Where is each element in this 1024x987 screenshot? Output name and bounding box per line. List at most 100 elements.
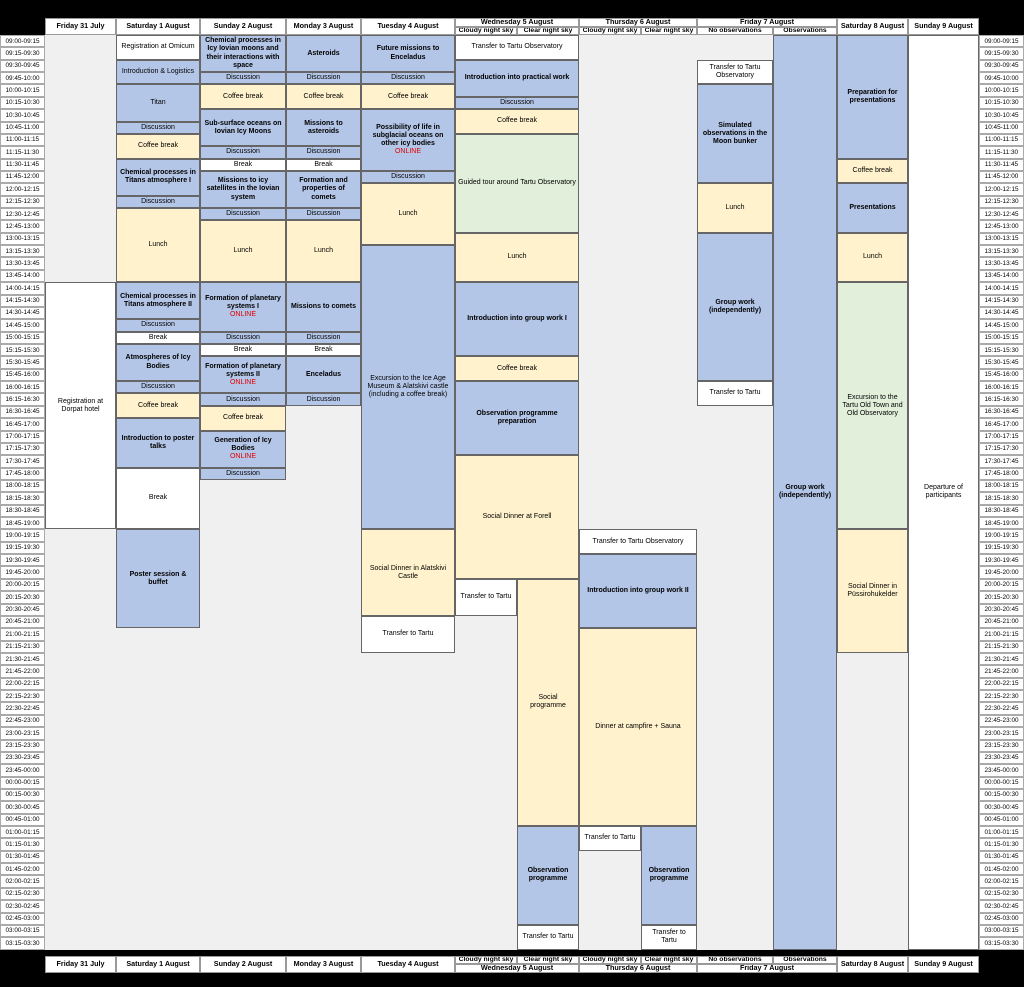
schedule-event: Discussion bbox=[116, 195, 200, 209]
time-label-left: 01:15-01:30 bbox=[0, 838, 45, 851]
event-title: Discussion bbox=[226, 469, 260, 477]
schedule-event: Possibility of life in subglacial oceans… bbox=[361, 109, 455, 171]
event-title: Enceladus bbox=[305, 370, 341, 378]
event-title: Discussion bbox=[141, 383, 175, 391]
event-title: Transfer to Tartu Observatory bbox=[709, 64, 761, 80]
time-label-right: 16:45-17:00 bbox=[979, 418, 1024, 431]
schedule-event: Coffee break bbox=[200, 405, 286, 431]
schedule-event: Discussion bbox=[361, 170, 455, 184]
header-sub-fri-obs: Observations bbox=[773, 27, 837, 35]
event-title: Introduction into practical work bbox=[464, 74, 570, 82]
event-title: Possibility of life in subglacial oceans… bbox=[372, 123, 444, 148]
time-label-right: 12:30-12:45 bbox=[979, 208, 1024, 221]
time-label-right: 00:30-00:45 bbox=[979, 801, 1024, 814]
time-label-left: 21:45-22:00 bbox=[0, 665, 45, 678]
header-sub-wed-cloudy: Cloudy night sky bbox=[455, 27, 517, 35]
time-label-right: 18:30-18:45 bbox=[979, 504, 1024, 518]
time-label-left: 23:45-00:00 bbox=[0, 764, 45, 777]
time-label-left: 18:45-19:00 bbox=[0, 517, 45, 530]
header-day-wed5: Wednesday 5 August bbox=[455, 18, 579, 27]
schedule-event: Transfer to Tartu bbox=[641, 924, 697, 950]
time-label-right: 19:15-19:30 bbox=[979, 541, 1024, 555]
event-title: Discussion bbox=[306, 74, 341, 82]
time-label-right: 02:30-02:45 bbox=[979, 900, 1024, 913]
event-title: Discussion bbox=[226, 148, 260, 156]
time-label-left: 01:00-01:15 bbox=[0, 826, 45, 839]
schedule-event: Coffee break bbox=[286, 84, 361, 110]
schedule-event: Enceladus bbox=[286, 356, 361, 394]
time-label-right: 23:45-00:00 bbox=[979, 764, 1024, 777]
schedule-event: Departure of participants bbox=[908, 35, 979, 950]
online-tag: ONLINE bbox=[229, 453, 257, 461]
footer-day-tue4: Tuesday 4 August bbox=[361, 956, 455, 973]
event-title: Lunch bbox=[398, 210, 418, 218]
time-label-left: 15:00-15:15 bbox=[0, 331, 45, 344]
event-title: Transfer to Tartu bbox=[460, 593, 512, 601]
schedule-event: Break bbox=[200, 158, 286, 171]
schedule-event: Introduction to poster talks bbox=[116, 418, 200, 468]
event-title: Guided tour around Tartu Observatory bbox=[458, 179, 576, 187]
time-label-left: 13:45-14:00 bbox=[0, 269, 45, 283]
schedule-event: Break bbox=[286, 158, 361, 171]
schedule-grid: Friday 31 July Saturday 1 August Sunday … bbox=[0, 0, 1024, 987]
empty-slot bbox=[837, 653, 908, 950]
schedule-event: Lunch bbox=[286, 220, 361, 283]
event-title: Transfer to Tartu bbox=[584, 834, 636, 842]
schedule-event: Observation programme bbox=[641, 826, 697, 925]
time-label-left: 22:00-22:15 bbox=[0, 677, 45, 691]
time-label-right: 13:45-14:00 bbox=[979, 269, 1024, 283]
time-label-left: 18:30-18:45 bbox=[0, 504, 45, 518]
time-label-right: 11:45-12:00 bbox=[979, 170, 1024, 184]
time-label-right: 20:45-21:00 bbox=[979, 615, 1024, 629]
time-label-right: 09:45-10:00 bbox=[979, 72, 1024, 85]
time-label-left: 14:15-14:30 bbox=[0, 294, 45, 307]
time-label-left: 22:30-22:45 bbox=[0, 702, 45, 715]
event-title: Lunch bbox=[233, 247, 253, 255]
schedule-event: Future missions to Enceladus bbox=[361, 35, 455, 73]
time-label-right: 18:15-18:30 bbox=[979, 492, 1024, 505]
online-tag: ONLINE bbox=[229, 378, 257, 386]
time-label-right: 01:45-02:00 bbox=[979, 863, 1024, 876]
time-label-right: 22:00-22:15 bbox=[979, 677, 1024, 691]
time-label-right: 00:00-00:15 bbox=[979, 776, 1024, 789]
time-label-right: 22:15-22:30 bbox=[979, 690, 1024, 703]
header-sub-fri-noobs: No observations bbox=[697, 27, 773, 35]
event-title: Lunch bbox=[507, 253, 527, 261]
time-label-right: 10:15-10:30 bbox=[979, 96, 1024, 110]
time-label-left: 23:00-23:15 bbox=[0, 727, 45, 740]
schedule-event: Missions to asteroids bbox=[286, 109, 361, 147]
time-label-left: 00:30-00:45 bbox=[0, 801, 45, 814]
empty-slot bbox=[45, 35, 116, 283]
time-label-right: 15:15-15:30 bbox=[979, 344, 1024, 357]
schedule-event: Chemical processes in Titans atmosphere … bbox=[116, 282, 200, 320]
time-label-right: 21:15-21:30 bbox=[979, 640, 1024, 653]
time-label-left: 21:15-21:30 bbox=[0, 640, 45, 653]
schedule-event: Coffee break bbox=[455, 356, 579, 382]
time-label-right: 19:00-19:15 bbox=[979, 529, 1024, 542]
event-title: Titan bbox=[150, 98, 166, 106]
schedule-event: Discussion bbox=[116, 319, 200, 332]
header-day-sun2: Sunday 2 August bbox=[200, 18, 286, 35]
time-label-right: 21:30-21:45 bbox=[979, 653, 1024, 666]
schedule-event: Social Dinner in Alatskivi Castle bbox=[361, 529, 455, 616]
schedule-event: Break bbox=[116, 467, 200, 530]
time-label-left: 12:45-13:00 bbox=[0, 220, 45, 233]
time-label-left: 22:15-22:30 bbox=[0, 690, 45, 703]
event-title: Formation of planetary systems I bbox=[205, 294, 281, 310]
schedule-event: Excursion to the Ice Age Museum & Alatsk… bbox=[361, 245, 455, 530]
time-label-left: 18:00-18:15 bbox=[0, 479, 45, 493]
event-title: Generation of Icy Bodies bbox=[214, 436, 272, 453]
event-title: Break bbox=[314, 160, 333, 168]
time-label-right: 18:45-19:00 bbox=[979, 517, 1024, 530]
event-title: Coffee break bbox=[223, 414, 263, 422]
event-title: Discussion bbox=[500, 98, 534, 106]
schedule-event: Asteroids bbox=[286, 35, 361, 73]
schedule-event: Transfer to Tartu bbox=[697, 381, 773, 406]
time-label-right: 00:45-01:00 bbox=[979, 813, 1024, 827]
time-label-left: 19:00-19:15 bbox=[0, 529, 45, 542]
event-title: Break bbox=[233, 346, 253, 354]
event-title: Chemical processes in Titans atmosphere … bbox=[120, 292, 196, 308]
event-title: Social programme bbox=[530, 694, 566, 710]
time-label-left: 00:15-00:30 bbox=[0, 788, 45, 802]
time-label-left: 15:30-15:45 bbox=[0, 356, 45, 369]
